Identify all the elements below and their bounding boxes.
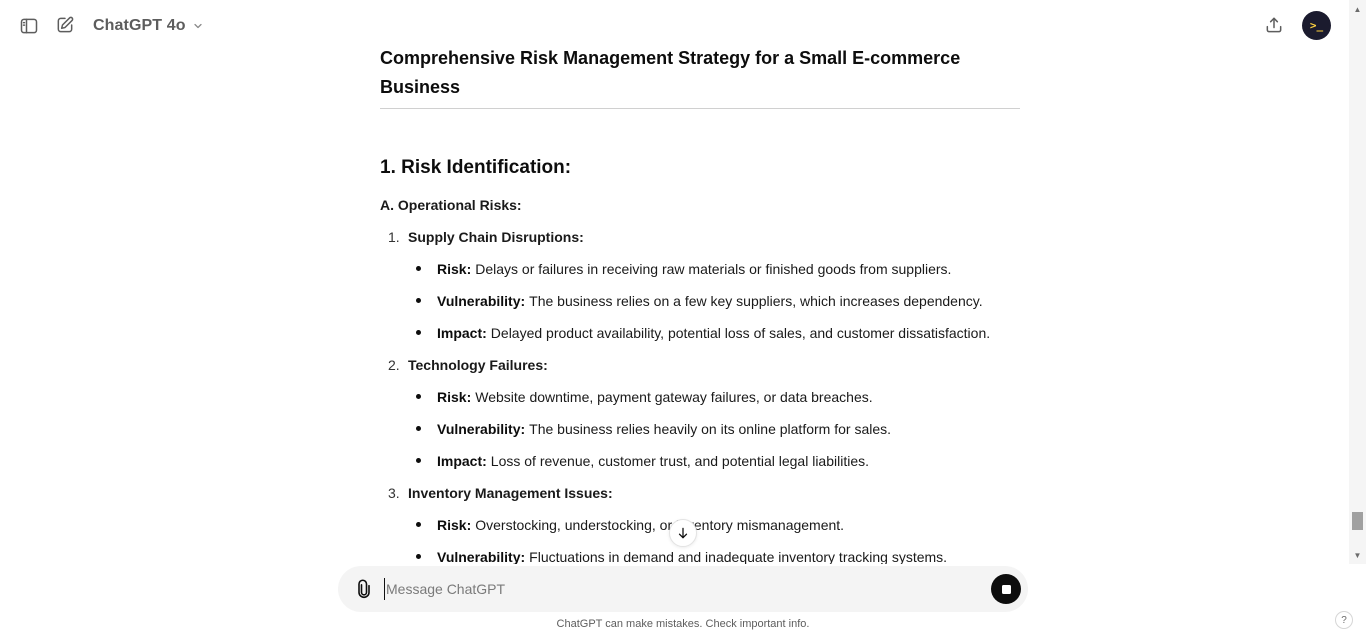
bullet-icon — [414, 515, 437, 535]
bullet-icon — [414, 323, 437, 343]
list-number: 1. — [388, 229, 400, 245]
model-name: ChatGPT 4o — [93, 17, 186, 34]
bullet-term: Vulnerability: — [437, 421, 526, 437]
bullet-item: Risk: Website downtime, payment gateway f… — [380, 387, 1020, 407]
bullet-term: Vulnerability: — [437, 549, 526, 564]
page-scrollbar[interactable]: ▲ ▼ — [1349, 0, 1366, 564]
bullet-icon — [414, 419, 437, 439]
help-button[interactable]: ? — [1335, 611, 1353, 629]
bullet-text: Loss of revenue, customer trust, and pot… — [490, 453, 870, 469]
list-label: Inventory Management Issues: — [408, 485, 613, 501]
avatar-text: >_ — [1309, 19, 1324, 32]
subsection-heading: A. Operational Risks: — [380, 197, 522, 213]
bullet-item: Vulnerability: Fluctuations in demand and… — [380, 547, 1020, 564]
sidebar-toggle-button[interactable] — [15, 12, 43, 40]
bullet-term: Risk: — [437, 389, 472, 405]
section-heading: 1. Risk Identification: — [380, 157, 572, 178]
bullet-term: Risk: — [437, 517, 472, 533]
paperclip-icon — [358, 579, 370, 599]
bullet-item: Vulnerability: The business relies on a f… — [380, 291, 1020, 311]
list-number: 3. — [388, 485, 400, 501]
scroll-to-bottom-button[interactable] — [669, 519, 697, 547]
list-number: 2. — [388, 357, 400, 373]
document-title: Comprehensive Risk Management Strategy f… — [380, 48, 961, 97]
message-composer — [338, 566, 1028, 612]
attach-button[interactable] — [350, 575, 378, 603]
bullet-text: Fluctuations in demand and inadequate in… — [529, 549, 948, 564]
avatar[interactable]: >_ — [1302, 11, 1331, 40]
share-icon — [1266, 17, 1282, 33]
bullet-icon — [414, 547, 437, 564]
bullet-icon — [414, 387, 437, 407]
bullet-item: Risk: Overstocking, understocking, or inv… — [380, 515, 1020, 535]
list-item: 1. Supply Chain Disruptions: — [380, 227, 1020, 247]
sidebar-toggle-icon — [20, 18, 38, 34]
bullet-text: Delays or failures in receiving raw mate… — [475, 261, 952, 277]
model-switcher[interactable]: ChatGPT 4o — [93, 14, 204, 38]
bullet-text: The business relies on a few key supplie… — [529, 293, 983, 309]
scrollbar-thumb[interactable] — [1352, 512, 1363, 530]
bullet-item: Impact: Loss of revenue, customer trust, … — [380, 451, 1020, 471]
bullet-text: Website downtime, payment gateway failur… — [475, 389, 873, 405]
bullet-text: Delayed product availability, potential … — [490, 325, 991, 341]
new-chat-icon — [57, 16, 74, 33]
help-icon: ? — [1341, 614, 1347, 626]
bullet-item: Impact: Delayed product availability, pot… — [380, 323, 1020, 343]
list-label: Supply Chain Disruptions: — [408, 229, 584, 245]
bullet-term: Impact: — [437, 453, 487, 469]
arrow-down-icon — [678, 527, 688, 539]
bullet-icon — [414, 451, 437, 471]
horizontal-rule — [380, 108, 1020, 109]
bullet-item: Risk: Delays or failures in receiving raw… — [380, 259, 1020, 279]
share-button[interactable] — [1260, 11, 1288, 39]
bullet-term: Impact: — [437, 325, 487, 341]
bullet-term: Risk: — [437, 261, 472, 277]
bullet-text: Overstocking, understocking, or inventor… — [475, 517, 845, 533]
bullet-item: Vulnerability: The business relies heavil… — [380, 419, 1020, 439]
list-label: Technology Failures: — [408, 357, 548, 373]
bullet-icon — [414, 259, 437, 279]
chevron-down-icon — [193, 23, 202, 29]
stop-generating-button[interactable] — [991, 574, 1021, 604]
bullet-term: Vulnerability: — [437, 293, 526, 309]
scroll-up-arrow[interactable]: ▲ — [1349, 2, 1366, 16]
bullet-text: The business relies heavily on its onlin… — [529, 421, 892, 437]
list-item: 3. Inventory Management Issues: — [380, 483, 1020, 503]
response-content: Comprehensive Risk Management Strategy f… — [380, 44, 1020, 564]
stop-icon — [1001, 584, 1011, 594]
new-chat-button[interactable] — [51, 11, 79, 39]
list-item: 2. Technology Failures: — [380, 355, 1020, 375]
disclaimer-text: ChatGPT can make mistakes. Check importa… — [556, 618, 810, 630]
scroll-down-arrow[interactable]: ▼ — [1349, 548, 1366, 562]
bullet-icon — [414, 291, 437, 311]
message-input[interactable] — [384, 578, 964, 600]
